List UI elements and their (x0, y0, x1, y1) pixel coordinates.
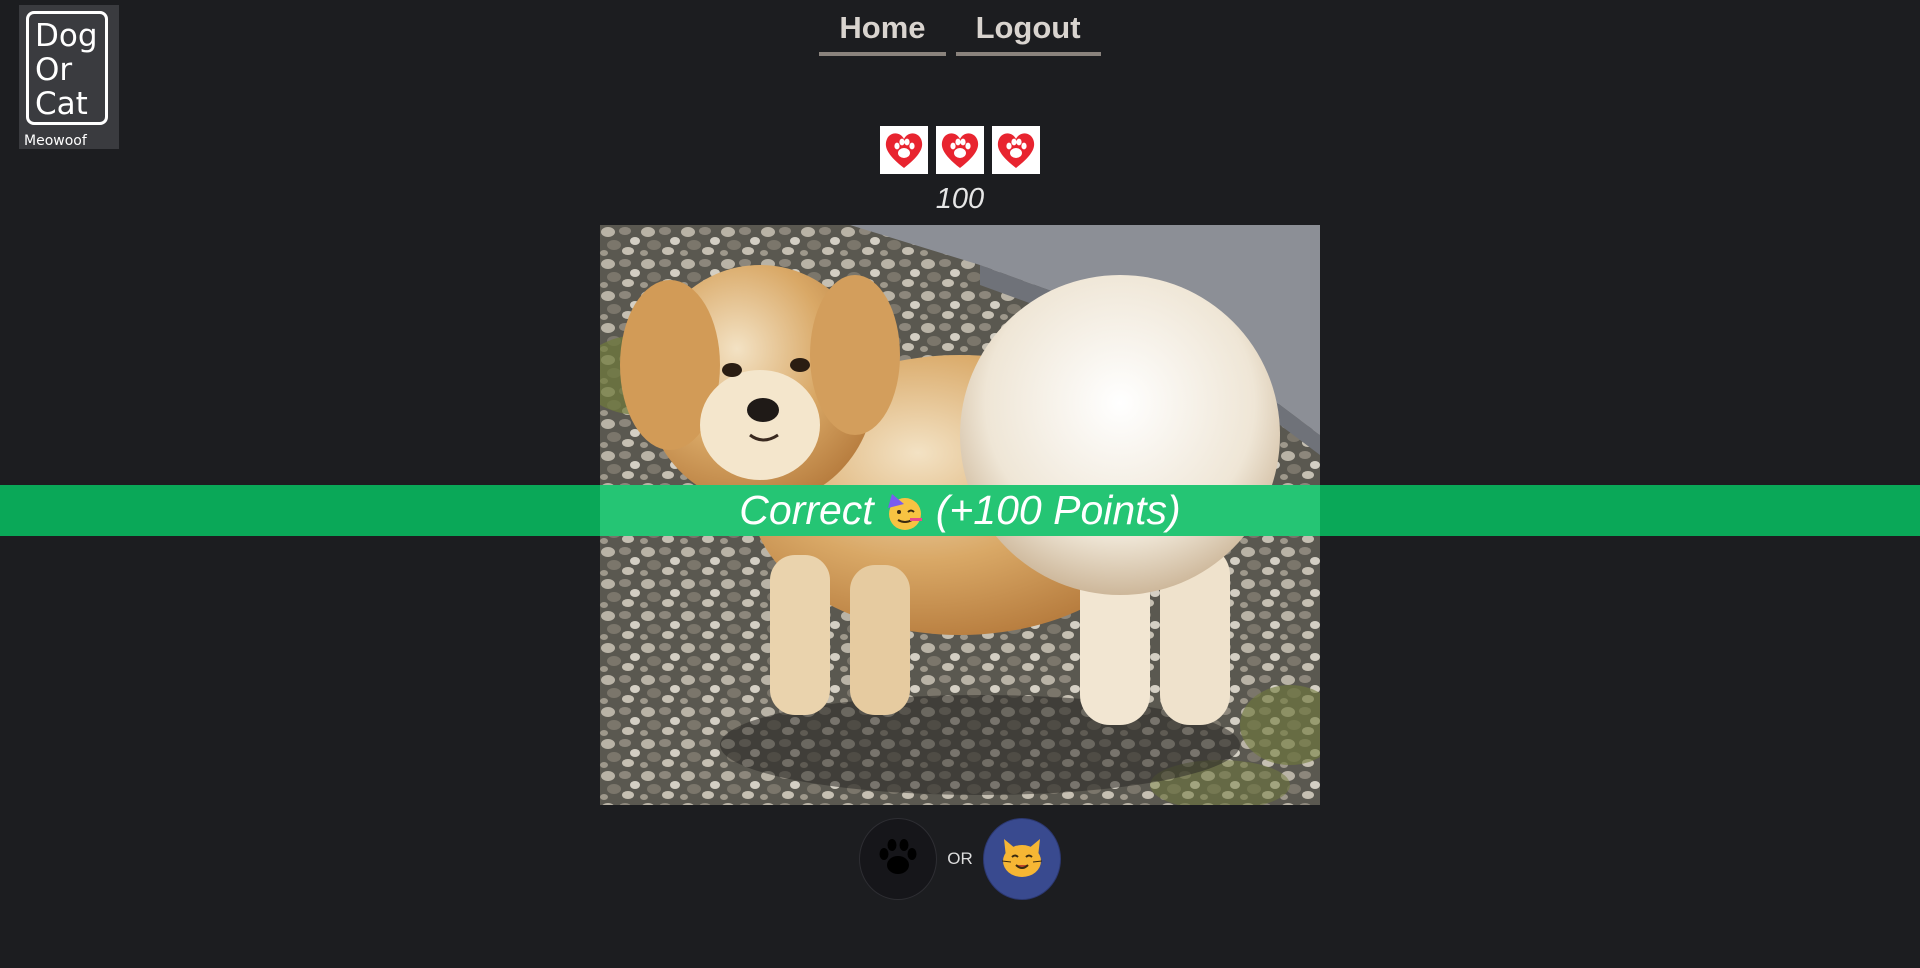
dog-choice-button[interactable] (859, 818, 938, 900)
game-page: Dog Or Cat Meowoof Home Logout 100 Corre… (0, 0, 1920, 968)
party-face-icon (884, 490, 926, 532)
paw-heart-icon (936, 126, 984, 174)
cat-face-icon (998, 833, 1046, 886)
or-label: OR (947, 849, 973, 868)
result-text: Correct (739, 487, 874, 533)
lives-row (0, 126, 1920, 174)
result-banner: Correct (+100 Points) (0, 485, 1920, 536)
paw-icon (875, 834, 921, 885)
paw-heart-icon (992, 126, 1040, 174)
paw-heart-icon (880, 126, 928, 174)
choice-row: OR (0, 818, 1920, 900)
result-points: (+100 Points) (935, 487, 1181, 533)
score-value: 100 (935, 183, 985, 215)
nav-logout-link[interactable]: Logout (955, 0, 1101, 56)
cat-choice-button[interactable] (982, 818, 1061, 900)
nav-home-link[interactable]: Home (819, 0, 946, 56)
logo-line-cat: Cat (35, 86, 88, 122)
result-message: Correct (+100 Points) (739, 487, 1180, 534)
top-nav: Home Logout (0, 0, 1920, 62)
